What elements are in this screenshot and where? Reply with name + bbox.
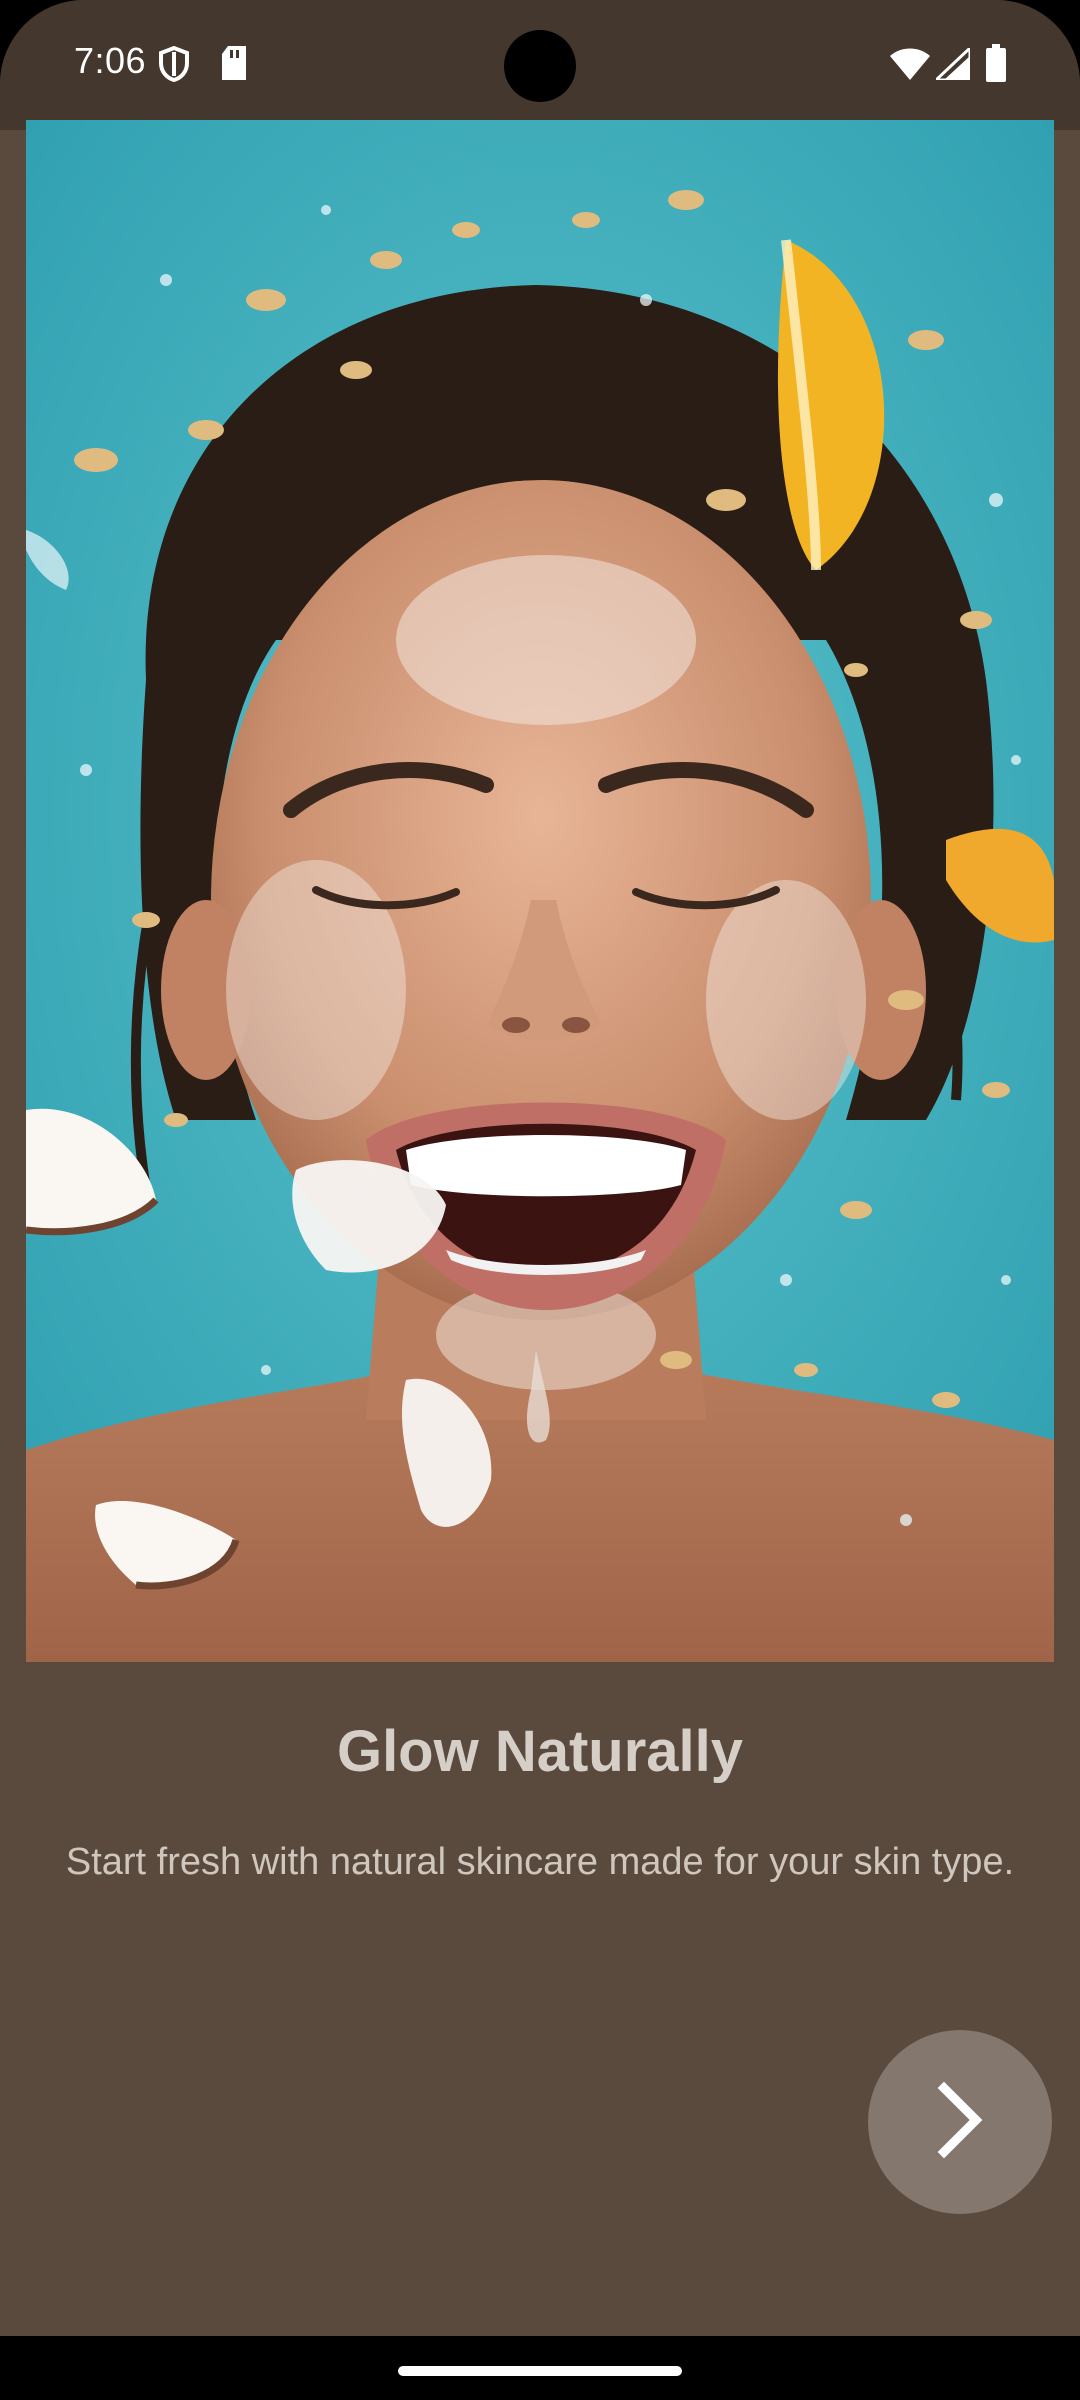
next-button[interactable] (868, 2030, 1052, 2214)
sd-card-icon (220, 46, 248, 85)
camera-cutout (504, 30, 576, 102)
hero-image (26, 120, 1054, 1662)
home-indicator[interactable] (398, 2366, 682, 2376)
shield-icon (158, 45, 190, 87)
chevron-right-icon (930, 2080, 990, 2165)
onboarding-screen: 7:06 Glow Naturally Start fresh with nat… (0, 0, 1080, 2336)
battery-icon (986, 44, 1006, 87)
onboarding-description: Start fresh with natural skincare made f… (65, 1841, 1015, 1883)
wifi-icon (890, 48, 930, 85)
signal-icon (932, 44, 972, 85)
status-time: 7:06 (74, 40, 147, 81)
onboarding-title: Glow Naturally (336, 1719, 744, 1784)
